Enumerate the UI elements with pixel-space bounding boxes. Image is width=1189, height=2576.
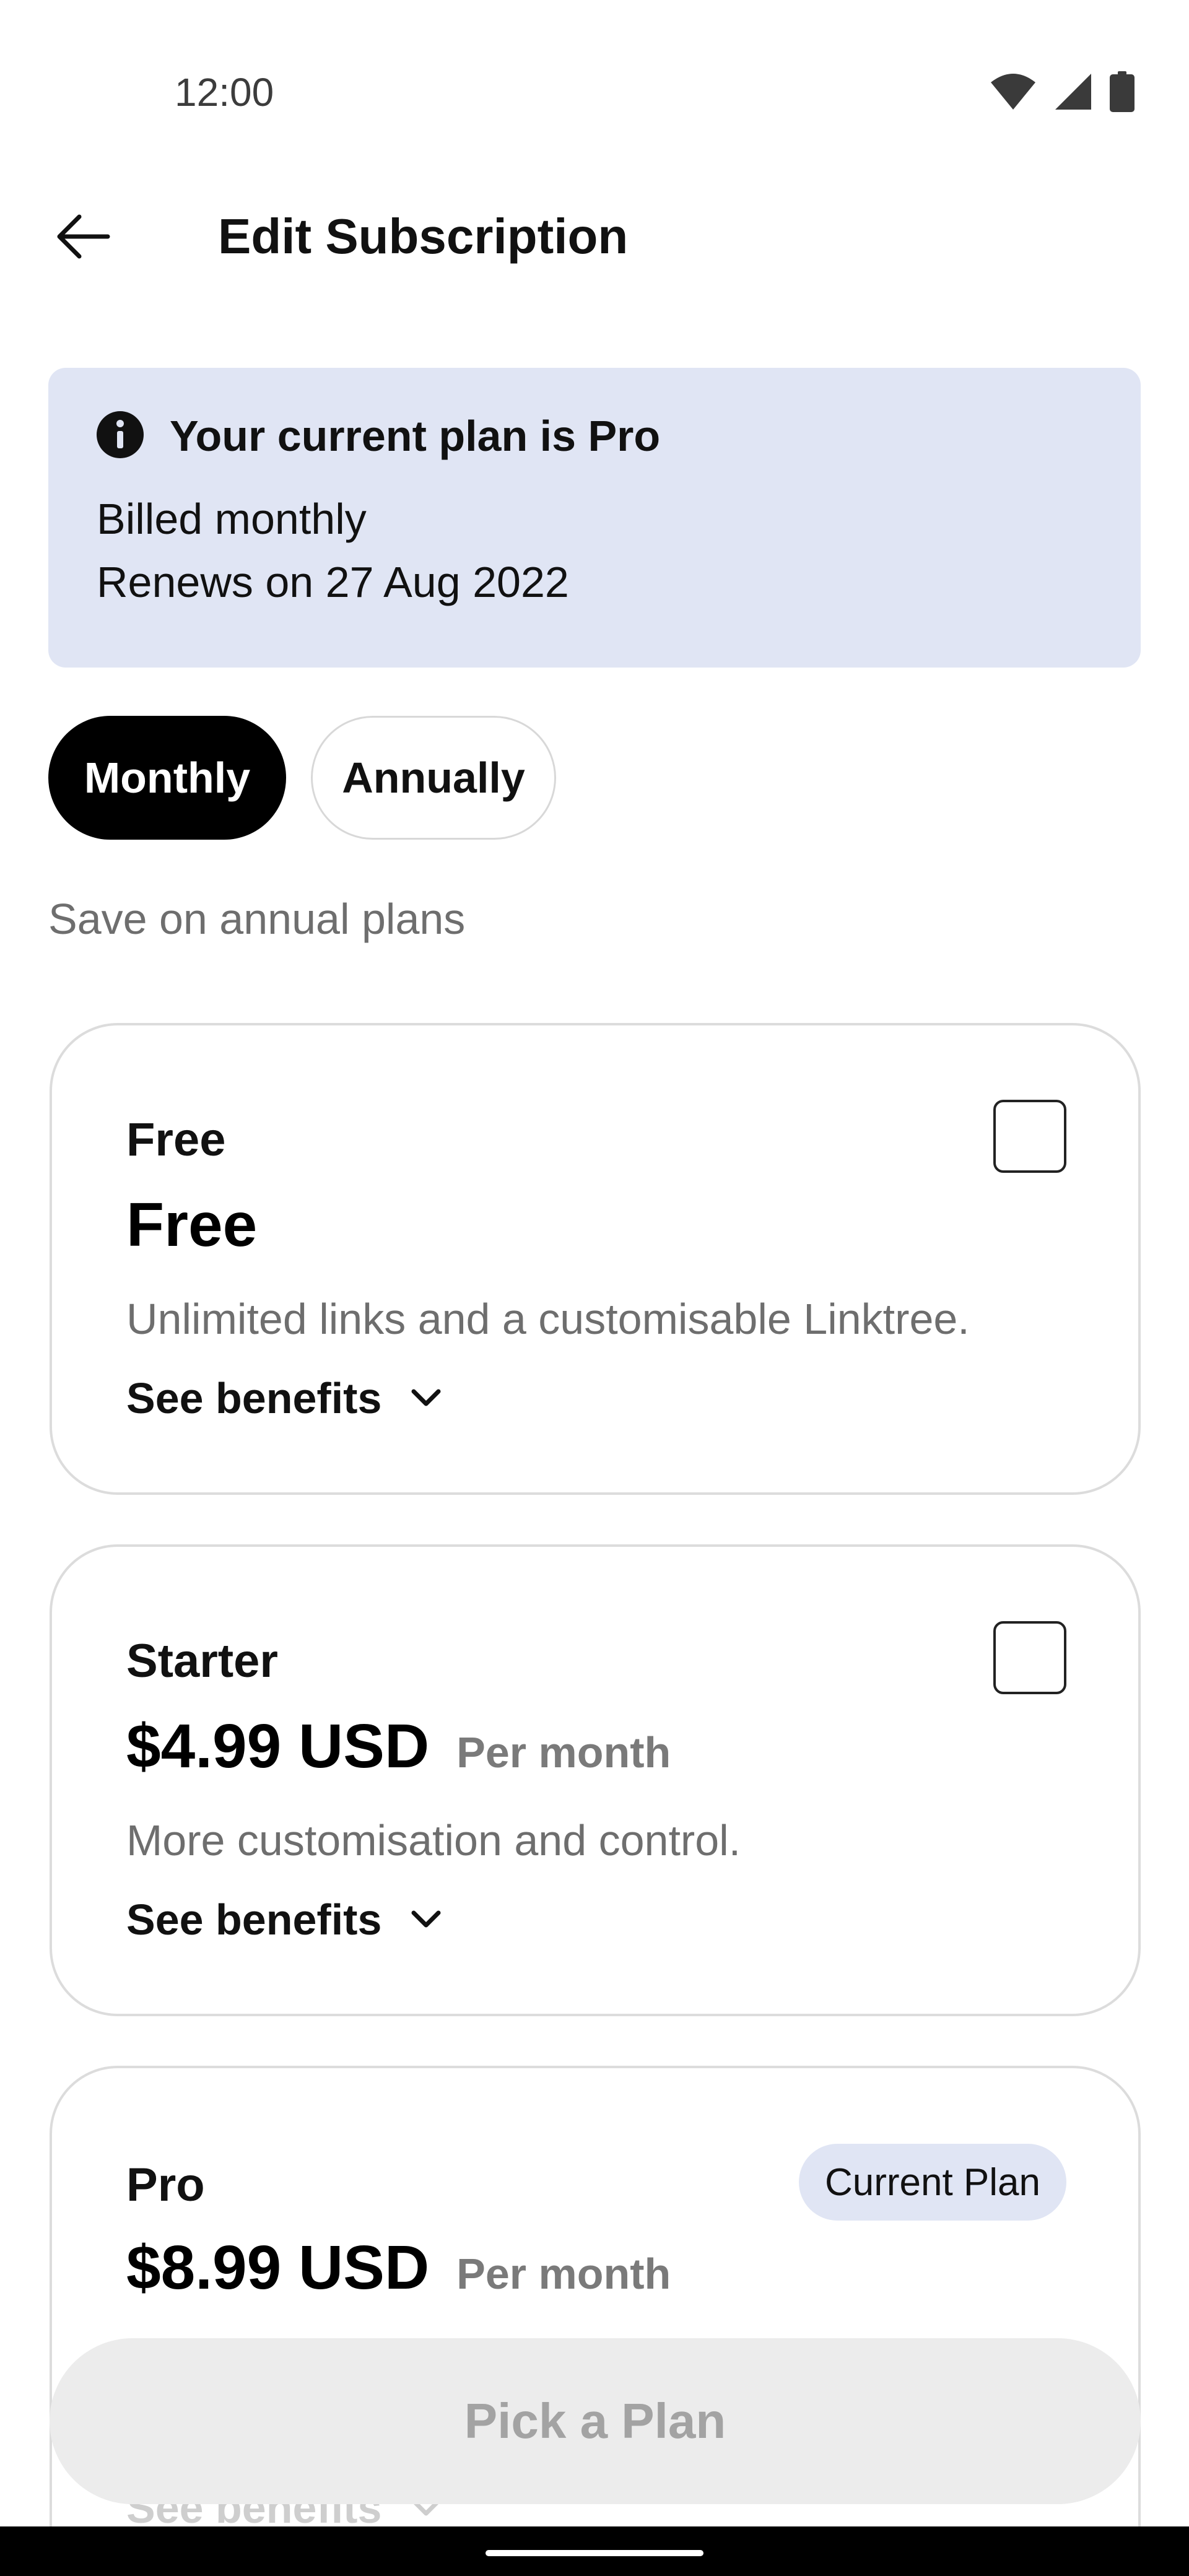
signal-icon <box>1055 74 1091 110</box>
home-indicator[interactable] <box>486 2550 703 2556</box>
banner-title: Your current plan is Pro <box>170 412 661 460</box>
wifi-icon <box>991 74 1035 110</box>
see-benefits-label: See benefits <box>126 1895 382 1944</box>
plan-price: Free <box>126 1188 257 1262</box>
plan-price-amount: $8.99 USD <box>126 2233 430 2302</box>
status-icons <box>990 67 1135 116</box>
plan-card-free[interactable]: Free Free Unlimited links and a customis… <box>50 1023 1141 1495</box>
see-benefits-label: See benefits <box>126 1374 382 1422</box>
plan-name: Starter <box>126 1635 278 1687</box>
status-time: 12:00 <box>175 70 274 115</box>
info-icon <box>97 411 144 458</box>
plan-price-period: Per month <box>456 2250 671 2298</box>
banner-billing: Billed monthly <box>97 495 367 543</box>
chevron-down-icon <box>411 1389 441 1406</box>
plan-price-period: Per month <box>456 1728 671 1777</box>
plan-checkbox-free[interactable] <box>993 1100 1066 1173</box>
page-title: Edit Subscription <box>218 209 629 264</box>
arrow-left-icon <box>57 214 110 259</box>
plan-price: $8.99 USD Per month <box>126 2230 671 2305</box>
plan-name: Free <box>126 1113 226 1166</box>
plan-name: Pro <box>126 2159 205 2211</box>
see-benefits-starter[interactable]: See benefits <box>126 1895 442 1944</box>
plan-description: More customisation and control. <box>126 1816 741 1865</box>
banner-renewal: Renews on 27 Aug 2022 <box>97 558 569 606</box>
current-plan-banner: Your current plan is Pro Billed monthly … <box>48 368 1141 668</box>
battery-icon <box>1110 71 1135 112</box>
plan-checkbox-starter[interactable] <box>993 1621 1066 1694</box>
pick-a-plan-button[interactable]: Pick a Plan <box>50 2338 1141 2504</box>
current-plan-badge: Current Plan <box>798 2144 1066 2221</box>
plan-price-amount: $4.99 USD <box>126 1712 430 1781</box>
back-button[interactable] <box>46 199 120 274</box>
plan-card-starter[interactable]: Starter $4.99 USD Per month More customi… <box>50 1544 1141 2016</box>
plan-description: Unlimited links and a customisable Linkt… <box>126 1295 970 1343</box>
status-bar: 12:00 <box>0 0 1189 186</box>
plan-price: $4.99 USD Per month <box>126 1709 671 1783</box>
see-benefits-free[interactable]: See benefits <box>126 1373 442 1423</box>
chevron-down-icon <box>411 1910 441 1928</box>
monthly-toggle[interactable]: Monthly <box>48 716 286 840</box>
annually-toggle[interactable]: Annually <box>311 716 556 840</box>
plan-price-amount: Free <box>126 1190 258 1260</box>
save-note: Save on annual plans <box>48 895 466 943</box>
